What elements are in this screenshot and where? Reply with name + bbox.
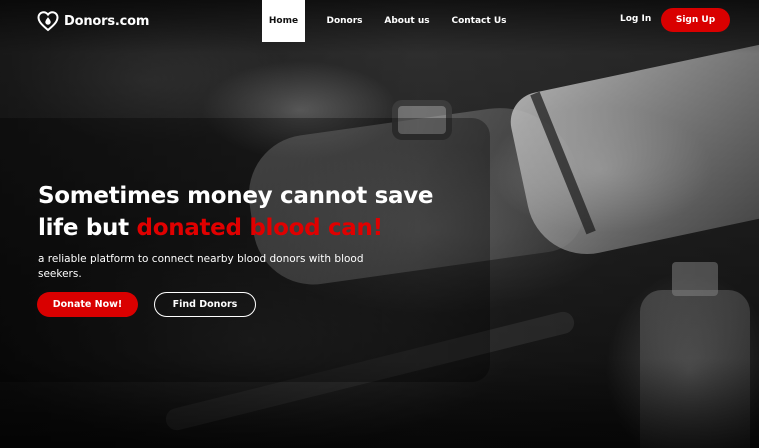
hero-headline: Sometimes money cannot save life but don… bbox=[38, 180, 478, 244]
nav-item-donors[interactable]: Donors bbox=[305, 0, 384, 42]
headline-line-1: Sometimes money cannot save bbox=[38, 183, 434, 209]
hero-glass-panel bbox=[0, 118, 490, 382]
nav-item-about-us[interactable]: About us bbox=[384, 0, 430, 42]
nav-item-home[interactable]: Home bbox=[262, 0, 305, 42]
headline-highlight: donated blood can! bbox=[136, 215, 384, 241]
find-donors-button[interactable]: Find Donors bbox=[154, 292, 256, 317]
brand-logo[interactable]: Donors.com bbox=[36, 9, 149, 33]
signup-button[interactable]: Sign Up bbox=[661, 8, 730, 32]
nav-links: Home Donors About us Contact Us bbox=[262, 0, 524, 42]
brand-name: Donors.com bbox=[64, 13, 150, 29]
donate-now-button[interactable]: Donate Now! bbox=[37, 292, 138, 317]
nav-item-contact-us[interactable]: Contact Us bbox=[434, 0, 524, 42]
top-navbar: Donors.com Home Donors About us Contact … bbox=[0, 0, 759, 42]
hero-subtitle: a reliable platform to connect nearby bl… bbox=[38, 253, 364, 280]
login-link[interactable]: Log In bbox=[620, 14, 651, 24]
heart-drop-icon bbox=[36, 9, 60, 33]
headline-line-2: life but bbox=[38, 215, 137, 241]
